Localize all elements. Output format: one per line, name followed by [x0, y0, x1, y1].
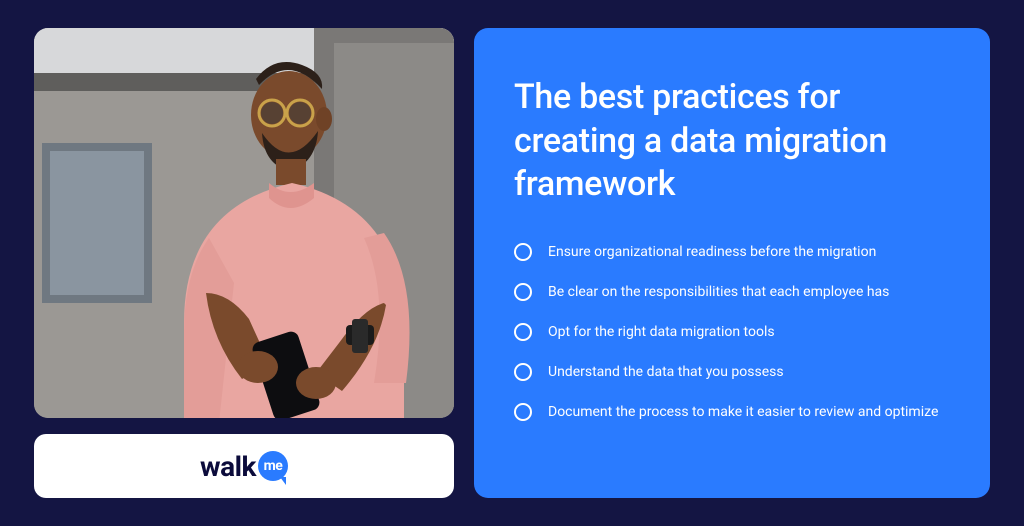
- bullet-text: Understand the data that you possess: [548, 364, 784, 380]
- bullet-list: Ensure organizational readiness before t…: [514, 243, 950, 421]
- logo-card: walk me: [34, 434, 454, 498]
- list-item: Document the process to make it easier t…: [514, 403, 950, 421]
- bullet-text: Document the process to make it easier t…: [548, 404, 938, 420]
- photo-card: [34, 28, 454, 418]
- logo-text-walk: walk: [200, 450, 256, 483]
- content-panel: The best practices for creating a data m…: [474, 28, 990, 498]
- list-item: Understand the data that you possess: [514, 363, 950, 381]
- walkme-logo: walk me: [200, 450, 288, 483]
- list-item: Be clear on the responsibilities that ea…: [514, 283, 950, 301]
- bullet-text: Opt for the right data migration tools: [548, 324, 775, 340]
- list-item: Ensure organizational readiness before t…: [514, 243, 950, 261]
- logo-speech-bubble-icon: me: [258, 451, 288, 481]
- bullet-text: Ensure organizational readiness before t…: [548, 244, 876, 260]
- bullet-circle-icon: [514, 243, 532, 261]
- bullet-circle-icon: [514, 323, 532, 341]
- logo-text-me: me: [264, 458, 283, 474]
- panel-title: The best practices for creating a data m…: [514, 76, 950, 207]
- bullet-text: Be clear on the responsibilities that ea…: [548, 284, 889, 300]
- bullet-circle-icon: [514, 283, 532, 301]
- bullet-circle-icon: [514, 403, 532, 421]
- photo-illustration: [34, 28, 454, 418]
- bullet-circle-icon: [514, 363, 532, 381]
- list-item: Opt for the right data migration tools: [514, 323, 950, 341]
- left-column: walk me: [34, 28, 454, 498]
